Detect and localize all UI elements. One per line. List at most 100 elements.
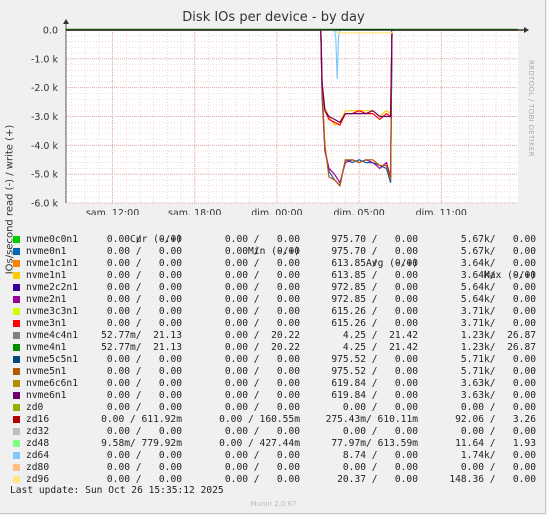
legend-name: zd80: [26, 462, 50, 473]
legend-min: 0.00 / 0.00: [224, 294, 300, 305]
legend-row-nvme1n1: nvme1n1 0.00 / 0.00 0.00 / 0.00 613.85 / 0.…: [10, 270, 540, 282]
legend-swatch: [13, 248, 20, 255]
grid: [66, 29, 518, 204]
legend-name: nvme2c2n1: [26, 282, 78, 293]
legend-cur: 0.00 / 0.00: [106, 354, 182, 365]
legend-row-nvme1c1n1: nvme1c1n1 0.00 / 0.00 0.00 / 0.00 613.85 / …: [10, 258, 540, 270]
legend-name: zd32: [26, 426, 50, 437]
legend-row-zd64: zd64 0.00 / 0.00 0.00 / 0.00 8.74 / 0.00 1.7…: [10, 450, 540, 462]
chart-plot: 0.0-1.0 k-2.0 k-3.0 k-4.0 k-5.0 k-6.0 k …: [31, 19, 529, 215]
x-axis-arrow: [524, 27, 529, 33]
legend-max: 5.71k/ 0.00: [460, 366, 536, 377]
legend-min: 0.00 / 0.00: [224, 246, 300, 257]
legend-row-nvme2c2n1: nvme2c2n1 0.00 / 0.00 0.00 / 0.00 972.85 / …: [10, 282, 540, 294]
legend-name: nvme2n1: [26, 294, 67, 305]
legend-name: nvme0n1: [26, 246, 67, 257]
legend-row-zd48: zd48 9.58m/ 779.92m 0.00 / 427.44m 77.97m/ …: [10, 438, 540, 450]
legend-row-zd16: zd16 0.00 / 611.92m 0.00 / 160.55m 275.43m/…: [10, 414, 540, 426]
legend-max: 3.71k/ 0.00: [460, 318, 536, 329]
legend-cur: 0.00 / 0.00: [106, 378, 182, 389]
legend-cur: 0.00 / 0.00: [106, 450, 182, 461]
legend-name: zd48: [26, 438, 50, 449]
legend-swatch: [13, 344, 20, 351]
legend-row-nvme4c4n1: nvme4c4n1 52.77m/ 21.13 0.00 / 20.22 4.25 /…: [10, 330, 540, 342]
legend-max: 0.00 / 0.00: [460, 402, 536, 413]
x-tick-labels: sam. 12:00 sam. 18:00 dim. 00:00 dim. 05:00…: [86, 208, 467, 215]
legend-avg: 972.85 / 0.00: [331, 294, 418, 305]
legend-min: 0.00 / 20.22: [224, 342, 300, 353]
legend-swatch: [13, 308, 20, 315]
legend-min: 0.00 / 0.00: [224, 270, 300, 281]
legend-avg: 975.70 / 0.00: [331, 246, 418, 257]
legend-max: 5.71k/ 0.00: [460, 354, 536, 365]
legend-cur: 0.00 / 0.00: [106, 258, 182, 269]
legend-min: 0.00 / 0.00: [224, 282, 300, 293]
legend-cur: 0.00 / 0.00: [106, 390, 182, 401]
y-tick-labels: 0.0 -1.0 k -2.0 k -3.0 k -4.0 k -5.0 k -6.0 k: [31, 26, 59, 210]
legend-max: 92.06 / 3.26: [455, 414, 536, 425]
legend-avg: 0.00 / 0.00: [342, 426, 418, 437]
y-tick-label: -2.0 k: [31, 83, 59, 94]
legend-min: 0.00 / 160.55m: [219, 414, 300, 425]
legend-cur: 0.00 / 0.00: [106, 426, 182, 437]
legend-swatch: [13, 464, 20, 471]
munin-version: Munin 2.0.67: [250, 500, 297, 508]
y-tick-label: -4.0 k: [31, 141, 59, 152]
legend-max: 3.71k/ 0.00: [460, 306, 536, 317]
legend-min: 0.00 / 0.00: [224, 306, 300, 317]
legend-max: 11.64 / 1.93: [455, 438, 536, 449]
legend-max: 5.64k/ 0.00: [460, 294, 536, 305]
legend-max: 1.74k/ 0.00: [460, 450, 536, 461]
legend-avg: 613.85 / 0.00: [331, 258, 418, 269]
legend-swatch: [13, 260, 20, 267]
legend-row-zd80: zd80 0.00 / 0.00 0.00 / 0.00 0.00 / 0.00 0.0…: [10, 462, 540, 474]
legend-max: 3.63k/ 0.00: [460, 378, 536, 389]
legend-avg: 975.70 / 0.00: [331, 234, 418, 245]
y-tick-label: -5.0 k: [31, 170, 59, 181]
y-tick-label: -6.0 k: [31, 199, 59, 210]
legend-min: 0.00 / 0.00: [224, 450, 300, 461]
legend-avg: 4.25 / 21.42: [342, 342, 418, 353]
legend-name: zd16: [26, 414, 50, 425]
legend-max: 5.67k/ 0.00: [460, 246, 536, 257]
legend-row-nvme4n1: nvme4n1 52.77m/ 21.13 0.00 / 20.22 4.25 / 2…: [10, 342, 540, 354]
y-tick-label: 0.0: [43, 26, 58, 37]
legend-min: 0.00 / 427.44m: [219, 438, 300, 449]
legend-avg: 615.26 / 0.00: [331, 306, 418, 317]
legend-row-nvme0c0n1: nvme0c0n1 0.00 / 0.00 0.00 / 0.00 975.70 / …: [10, 234, 540, 246]
legend-row-nvme6c6n1: nvme6c6n1 0.00 / 0.00 0.00 / 0.00 619.84 / …: [10, 378, 540, 390]
legend-avg: 975.52 / 0.00: [331, 366, 418, 377]
legend-name: nvme1n1: [26, 270, 67, 281]
legend-name: zd64: [26, 450, 50, 461]
legend-max: 1.23k/ 26.87: [460, 330, 536, 341]
x-tick-label: dim. 00:00: [251, 208, 302, 215]
legend-cur: 9.58m/ 779.92m: [101, 438, 182, 449]
legend-swatch: [13, 440, 20, 447]
legend-row-zd0: zd0 0.00 / 0.00 0.00 / 0.00 0.00 / 0.00 0.00…: [10, 402, 540, 414]
legend-cur: 0.00 / 0.00: [106, 246, 182, 257]
legend-cur: 0.00 / 611.92m: [101, 414, 182, 425]
legend-swatch: [13, 284, 20, 291]
legend-min: 0.00 / 20.22: [224, 330, 300, 341]
legend-max: 0.00 / 0.00: [460, 426, 536, 437]
legend-min: 0.00 / 0.00: [224, 402, 300, 413]
legend-max: 3.64k/ 0.00: [460, 270, 536, 281]
legend-swatch: [13, 356, 20, 363]
legend-cur: 0.00 / 0.00: [106, 462, 182, 473]
legend-swatch: [13, 368, 20, 375]
legend-name: nvme3c3n1: [26, 306, 78, 317]
legend-row-nvme2n1: nvme2n1 0.00 / 0.00 0.00 / 0.00 972.85 / 0.…: [10, 294, 540, 306]
legend-avg: 4.25 / 21.42: [342, 330, 418, 341]
legend-cur: 0.00 / 0.00: [106, 402, 182, 413]
legend-cur: 0.00 / 0.00: [106, 294, 182, 305]
legend-name: nvme6c6n1: [26, 378, 78, 389]
legend-swatch: [13, 476, 20, 483]
legend-swatch: [13, 320, 20, 327]
y-axis-arrow: [63, 19, 69, 24]
legend-cur: 52.77m/ 21.13: [101, 330, 182, 341]
x-tick-label: sam. 12:00: [86, 208, 139, 215]
legend-avg: 615.26 / 0.00: [331, 318, 418, 329]
legend-cur: 0.00 / 0.00: [106, 270, 182, 281]
legend-cur: 0.00 / 0.00: [106, 234, 182, 245]
legend-max: 0.00 / 0.00: [460, 462, 536, 473]
